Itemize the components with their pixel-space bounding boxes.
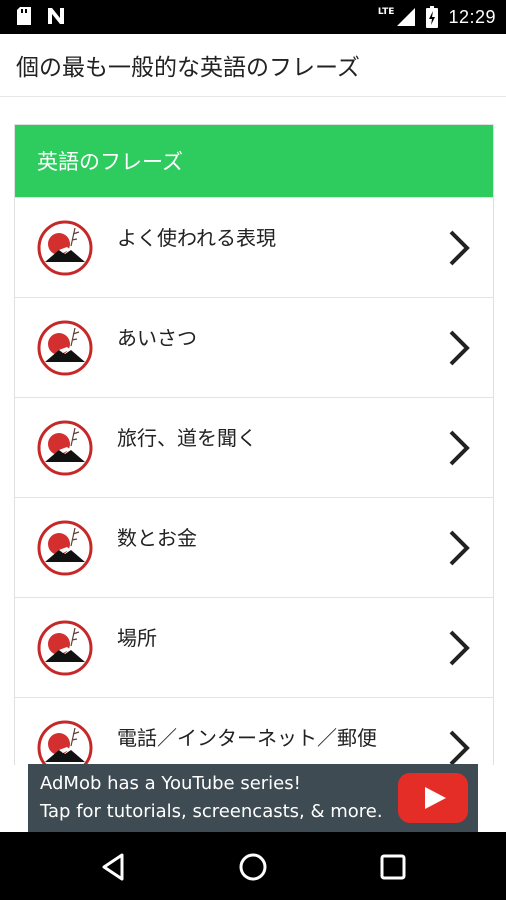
card-header: 英語のフレーズ bbox=[15, 125, 493, 197]
ad-subtext: Tap for tutorials, screencasts, & more. bbox=[40, 801, 383, 822]
phrases-card: 英語のフレーズ よく使われる表現 あいさつ 旅行、道を聞く 数とお金 場所 電話… bbox=[14, 124, 494, 765]
network-type: LTE bbox=[377, 7, 395, 17]
fuji-sun-logo-icon bbox=[37, 720, 93, 765]
list-item[interactable]: 旅行、道を聞く bbox=[15, 397, 493, 497]
fuji-sun-logo-icon bbox=[37, 520, 93, 576]
list-item-label: 場所 bbox=[117, 626, 157, 650]
list-item-label: 電話／インターネット／郵便 bbox=[117, 726, 377, 750]
chevron-right-icon bbox=[449, 530, 470, 566]
page-title: 個の最も一般的な英語のフレーズ bbox=[16, 55, 360, 81]
chevron-right-icon bbox=[449, 230, 470, 266]
back-icon[interactable] bbox=[96, 850, 130, 884]
list-item-label: 数とお金 bbox=[117, 526, 197, 550]
fuji-sun-logo-icon bbox=[37, 320, 93, 376]
ad-headline: AdMob has a YouTube series! bbox=[40, 773, 301, 794]
list-item[interactable]: 場所 bbox=[15, 597, 493, 697]
list-item[interactable]: 電話／インターネット／郵便 bbox=[15, 697, 493, 765]
recents-icon[interactable] bbox=[376, 850, 410, 884]
list-item[interactable]: あいさつ bbox=[15, 297, 493, 397]
fuji-sun-logo-icon bbox=[37, 220, 93, 276]
navigation-bar bbox=[0, 832, 506, 900]
list-item-label: よく使われる表現 bbox=[117, 226, 276, 250]
chevron-right-icon bbox=[449, 330, 470, 366]
list-item-label: 旅行、道を聞く bbox=[117, 426, 257, 450]
list-item-label: あいさつ bbox=[117, 326, 197, 350]
chevron-right-icon bbox=[449, 730, 470, 765]
youtube-play-icon[interactable] bbox=[398, 773, 468, 823]
signal-icon bbox=[397, 8, 416, 26]
list-item[interactable]: 数とお金 bbox=[15, 497, 493, 597]
chevron-right-icon bbox=[449, 430, 470, 466]
status-bar: LTE 12:29 bbox=[0, 0, 506, 34]
app-bar: 個の最も一般的な英語のフレーズ bbox=[0, 34, 506, 97]
sd-card-icon bbox=[17, 7, 31, 25]
home-icon[interactable] bbox=[236, 850, 270, 884]
clock: 12:29 bbox=[448, 6, 496, 27]
fuji-sun-logo-icon bbox=[37, 620, 93, 676]
fuji-sun-logo-icon bbox=[37, 420, 93, 476]
chevron-right-icon bbox=[449, 630, 470, 666]
n-notification-icon bbox=[48, 8, 64, 24]
ad-banner[interactable]: AdMob has a YouTube series! Tap for tuto… bbox=[28, 764, 478, 832]
list-item[interactable]: よく使われる表現 bbox=[15, 197, 493, 297]
battery-charging-icon bbox=[426, 6, 439, 28]
